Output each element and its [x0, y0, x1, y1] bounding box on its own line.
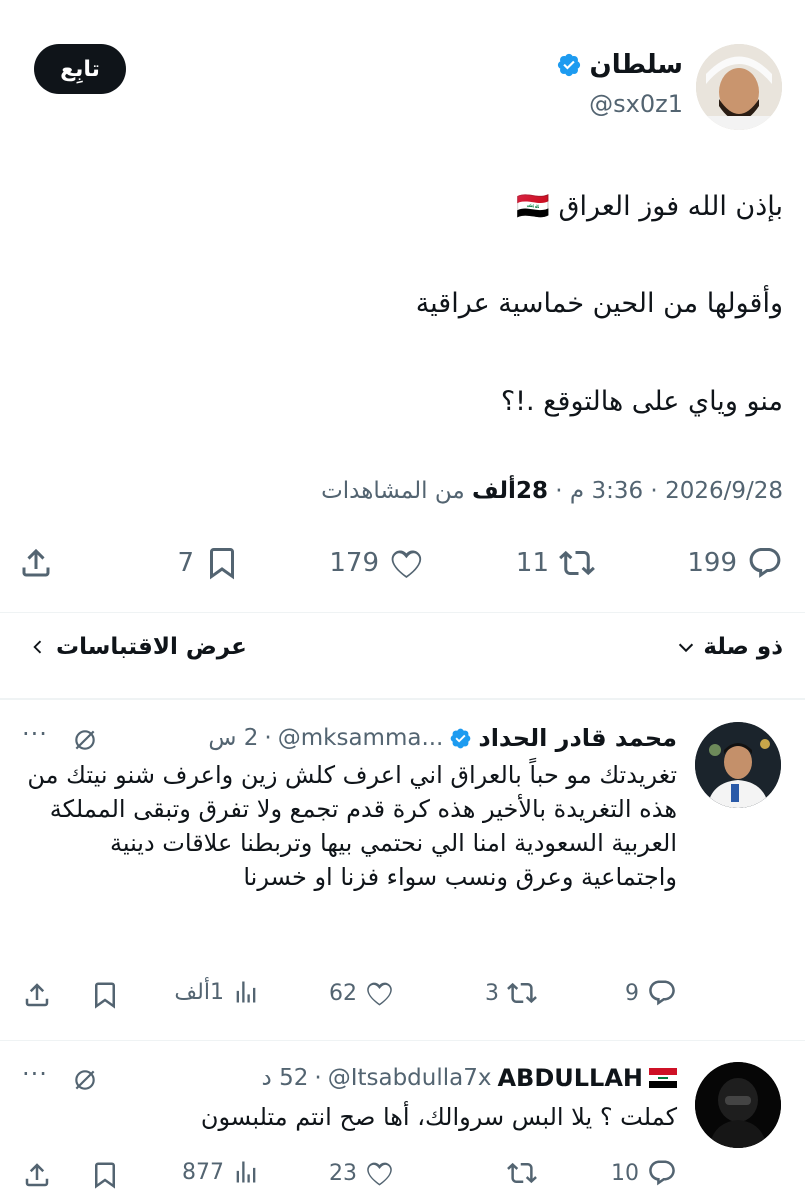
bookmark-action[interactable]: 7	[177, 545, 240, 581]
follow-button[interactable]: تابِع	[34, 44, 126, 94]
retweet-icon	[507, 1158, 537, 1188]
share-icon[interactable]	[22, 980, 52, 1010]
views-count: 28ألف	[472, 478, 548, 504]
like-action[interactable]: 62	[329, 978, 395, 1008]
reply-action[interactable]: 10	[611, 1158, 677, 1188]
reply-avatar[interactable]	[695, 722, 781, 808]
divider	[0, 612, 805, 613]
views-action[interactable]: 877	[182, 1158, 260, 1186]
retweet-count: 11	[515, 548, 549, 578]
retweet-action[interactable]: 3	[485, 978, 537, 1008]
views-icon	[232, 1158, 260, 1186]
verified-badge-icon	[449, 727, 472, 750]
divider	[0, 1040, 805, 1041]
chevron-down-icon	[675, 636, 697, 658]
reply-icon	[647, 978, 677, 1008]
bookmark-icon[interactable]	[90, 1160, 120, 1190]
tweet-time[interactable]: 3:36 م	[570, 478, 643, 504]
divider	[0, 698, 805, 700]
tweet-text-line-3: منو وياي على هالتوقع .!؟	[500, 386, 783, 417]
reply-header: محمد قادر الحداد @mksamma... · 2 س	[208, 724, 677, 752]
author-name-row[interactable]: سلطان	[556, 50, 683, 80]
like-action[interactable]: 179	[329, 545, 425, 581]
reply-header: ABDULLAH @Itsabdulla7x · 52 د	[262, 1064, 677, 1092]
reply-action[interactable]: 9	[625, 978, 677, 1008]
retweet-icon	[507, 978, 537, 1008]
share-icon	[18, 545, 54, 581]
bookmark-count: 7	[177, 548, 194, 578]
heart-icon	[365, 1158, 395, 1188]
sort-label: ذو صلة	[703, 634, 783, 660]
views-icon	[232, 978, 260, 1006]
share-icon[interactable]	[22, 1160, 52, 1190]
reply-handle[interactable]: @Itsabdulla7x	[328, 1065, 492, 1091]
like-count: 23	[329, 1160, 357, 1186]
retweet-count: 3	[485, 980, 499, 1006]
retweet-icon	[559, 545, 595, 581]
like-count: 62	[329, 980, 357, 1006]
bookmark-icon[interactable]	[90, 980, 120, 1010]
reply-text: كملت ؟ يلا البس سروالك، أها صح انتم متلب…	[200, 1103, 677, 1131]
tweet-text-line-1: بإذن الله فوز العراق 🇮🇶	[516, 191, 783, 222]
reply-count: 9	[625, 980, 639, 1006]
reply-time[interactable]: 2 س	[208, 725, 258, 751]
grok-icon[interactable]	[72, 1067, 98, 1093]
author-avatar[interactable]	[696, 44, 782, 130]
tweet-text-line-2: وأقولها من الحين خماسية عراقية	[415, 288, 783, 319]
view-quotes-link[interactable]: عرض الاقتباسات	[28, 634, 247, 660]
tweet-meta: 2026/9/28 · 3:36 م · 28ألف من المشاهدات	[321, 478, 783, 504]
reply-icon	[747, 545, 783, 581]
sort-dropdown[interactable]: ذو صلة	[675, 634, 783, 660]
retweet-action[interactable]: 11	[516, 545, 595, 581]
reply-time[interactable]: 52 د	[262, 1065, 309, 1091]
author-name[interactable]: سلطان	[590, 50, 683, 80]
reply-author-name[interactable]: محمد قادر الحداد	[478, 724, 677, 752]
reply-action[interactable]: 199	[687, 545, 783, 581]
reply-author-name[interactable]: ABDULLAH	[497, 1064, 643, 1092]
chevron-left-icon	[28, 636, 48, 658]
author-handle[interactable]: @sx0z1	[589, 90, 683, 118]
grok-icon[interactable]	[72, 727, 98, 753]
heart-icon	[365, 978, 395, 1008]
reply-handle[interactable]: @mksamma...	[278, 725, 444, 751]
like-action[interactable]: 23	[329, 1158, 395, 1188]
views-count: 877	[182, 1159, 224, 1185]
bookmark-icon	[204, 545, 240, 581]
reply-avatar[interactable]	[695, 1062, 781, 1148]
reply-count: 199	[687, 548, 737, 578]
more-options-icon[interactable]: ···	[22, 720, 48, 748]
like-count: 179	[329, 548, 379, 578]
more-options-icon[interactable]: ···	[22, 1060, 48, 1088]
heart-icon	[389, 545, 425, 581]
verified-badge-icon	[556, 52, 582, 78]
views-action[interactable]: 1ألف	[174, 978, 260, 1006]
reply-count: 10	[611, 1160, 639, 1186]
view-quotes-label: عرض الاقتباسات	[56, 634, 247, 660]
iraq-flag-icon	[649, 1068, 677, 1088]
views-count: 1ألف	[174, 979, 224, 1005]
tweet-date[interactable]: 2026/9/28	[665, 478, 783, 504]
share-action[interactable]	[18, 545, 54, 581]
retweet-action[interactable]	[499, 1158, 537, 1188]
reply-icon	[647, 1158, 677, 1188]
views-label: من المشاهدات	[321, 478, 465, 504]
reply-text: تغريدتك مو حباً بالعراق اني اعرف كلش زين…	[27, 761, 677, 891]
